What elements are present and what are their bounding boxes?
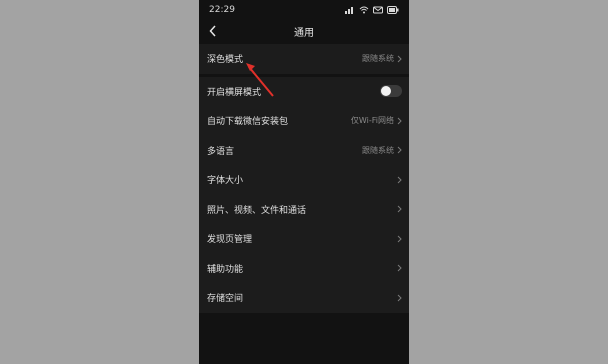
auto-download-row[interactable]: 自动下载微信安装包 仅Wi-Fi网络 bbox=[199, 106, 409, 136]
chevron-right-icon bbox=[397, 235, 402, 243]
wifi-icon bbox=[359, 6, 369, 14]
accessibility-row[interactable]: 辅助功能 bbox=[199, 253, 409, 283]
status-icons bbox=[345, 6, 399, 14]
chevron-right-icon bbox=[397, 176, 402, 184]
mail-icon bbox=[373, 6, 383, 14]
page-title: 通用 bbox=[294, 27, 314, 39]
landscape-mode-label: 开启横屏模式 bbox=[207, 87, 262, 98]
chevron-right-icon bbox=[397, 146, 402, 154]
auto-download-right: 仅Wi-Fi网络 bbox=[351, 115, 402, 126]
settings-list: 深色模式 跟随系统 开启横屏模式 自动下载微信安装包 仅Wi-Fi网络 多语言 … bbox=[199, 44, 409, 313]
dark-mode-row[interactable]: 深色模式 跟随系统 bbox=[199, 44, 409, 74]
landscape-mode-toggle[interactable] bbox=[380, 85, 402, 98]
media-row[interactable]: 照片、视频、文件和通话 bbox=[199, 194, 409, 224]
storage-label: 存储空间 bbox=[207, 294, 244, 305]
auto-download-label: 自动下载微信安装包 bbox=[207, 117, 289, 128]
chevron-left-icon bbox=[209, 22, 217, 41]
dark-mode-right: 跟随系统 bbox=[362, 53, 402, 64]
storage-row[interactable]: 存储空间 bbox=[199, 283, 409, 313]
language-right: 跟随系统 bbox=[362, 145, 402, 156]
status-bar: 22:29 bbox=[199, 0, 409, 20]
toggle-knob bbox=[381, 86, 391, 97]
chevron-right-icon bbox=[397, 55, 402, 63]
status-time: 22:29 bbox=[209, 5, 235, 15]
chevron-right-icon bbox=[397, 294, 402, 302]
font-size-row[interactable]: 字体大小 bbox=[199, 165, 409, 195]
language-value: 跟随系统 bbox=[362, 145, 394, 155]
landscape-mode-row: 开启横屏模式 bbox=[199, 76, 409, 106]
discover-manage-label: 发现页管理 bbox=[207, 235, 253, 246]
language-row[interactable]: 多语言 跟随系统 bbox=[199, 135, 409, 165]
back-button[interactable] bbox=[203, 20, 223, 42]
language-label: 多语言 bbox=[207, 146, 235, 157]
chevron-right-icon bbox=[397, 205, 402, 213]
media-label: 照片、视频、文件和通话 bbox=[207, 205, 307, 216]
auto-download-value: 仅Wi-Fi网络 bbox=[350, 116, 394, 126]
discover-manage-row[interactable]: 发现页管理 bbox=[199, 224, 409, 254]
nav-bar: 通用 bbox=[199, 20, 409, 42]
dark-mode-value: 跟随系统 bbox=[362, 54, 394, 64]
phone-screen: 22:29 通用 深色模式 跟随系统 开启横屏模式 自动下载微信安装包 仅Wi-… bbox=[199, 0, 409, 364]
chevron-right-icon bbox=[397, 264, 402, 272]
font-size-label: 字体大小 bbox=[207, 176, 244, 187]
network-icon bbox=[345, 6, 355, 14]
battery-icon bbox=[387, 6, 399, 14]
accessibility-label: 辅助功能 bbox=[207, 264, 244, 275]
dark-mode-label: 深色模式 bbox=[207, 55, 244, 66]
chevron-right-icon bbox=[397, 117, 402, 125]
